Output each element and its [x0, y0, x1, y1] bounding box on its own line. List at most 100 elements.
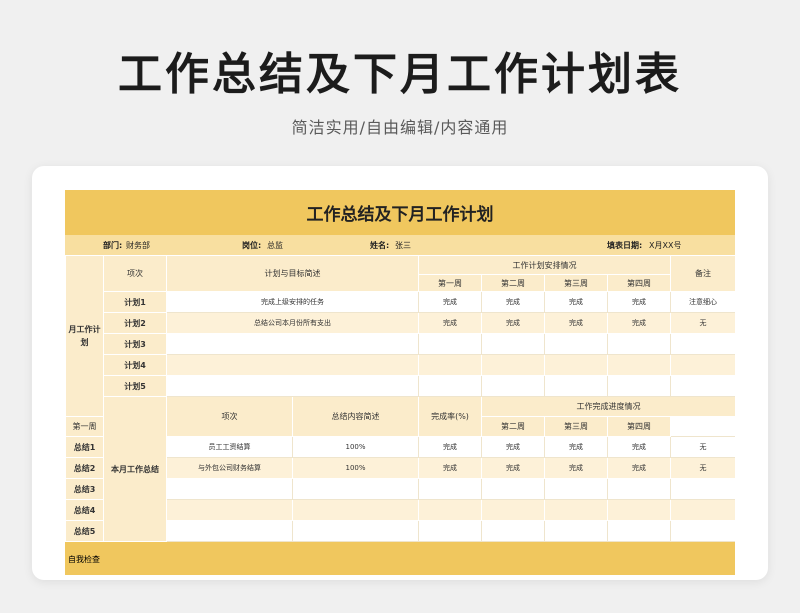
- plan-desc-cell[interactable]: [166, 354, 419, 376]
- summary-item: 总结2: [65, 457, 104, 479]
- summary-week-4: 第四周: [607, 416, 671, 437]
- summary-desc-cell[interactable]: 与外包公司财务结算: [166, 457, 293, 479]
- document-card: 工作总结及下月工作计划 部门: 财务部 岗位: 总监 姓名: 张三 填表日期: …: [32, 166, 768, 580]
- week-cell[interactable]: [544, 520, 608, 542]
- week-cell[interactable]: [418, 478, 482, 500]
- plan-desc-cell[interactable]: [166, 375, 419, 397]
- summary-week-3: 第三周: [544, 416, 608, 437]
- week-cell[interactable]: 完成: [607, 312, 671, 334]
- rate-cell[interactable]: [292, 499, 419, 521]
- plan-col-note: 备注: [670, 255, 735, 292]
- week-cell[interactable]: [481, 375, 545, 397]
- week-cell[interactable]: [607, 354, 671, 376]
- table-row: 计划4: [66, 354, 735, 376]
- week-cell[interactable]: [418, 333, 482, 355]
- note-cell[interactable]: 无: [670, 436, 735, 458]
- plan-col-item: 项次: [103, 255, 167, 292]
- week-cell[interactable]: 完成: [481, 291, 545, 313]
- plan-desc-cell[interactable]: [166, 333, 419, 355]
- week-cell[interactable]: 完成: [607, 436, 671, 458]
- week-cell[interactable]: [544, 375, 608, 397]
- summary-item: 总结3: [65, 478, 104, 500]
- plan-header-row: 月工作计划 项次 计划与目标简述 工作计划安排情况 备注: [65, 255, 735, 417]
- week-cell[interactable]: [418, 499, 482, 521]
- name-value[interactable]: 张三: [395, 240, 411, 251]
- plan-col-schedule: 工作计划安排情况: [418, 255, 671, 275]
- plan-item: 计划2: [103, 312, 167, 334]
- week-cell[interactable]: 完成: [481, 312, 545, 334]
- week-cell[interactable]: [481, 354, 545, 376]
- week-cell[interactable]: [607, 520, 671, 542]
- week-cell[interactable]: [607, 499, 671, 521]
- week-cell[interactable]: [544, 478, 608, 500]
- table-row: 计划2 总结公司本月份所有支出 完成 完成 完成 完成 无: [66, 312, 735, 334]
- note-cell[interactable]: [670, 354, 735, 376]
- week-cell[interactable]: [544, 499, 608, 521]
- week-cell[interactable]: [607, 375, 671, 397]
- summary-col-item: 项次: [166, 396, 293, 437]
- week-cell[interactable]: 完成: [544, 312, 608, 334]
- summary-desc-cell[interactable]: [166, 499, 293, 521]
- week-cell[interactable]: [607, 333, 671, 355]
- week-cell[interactable]: 完成: [544, 291, 608, 313]
- week-cell[interactable]: [481, 333, 545, 355]
- week-cell[interactable]: [481, 478, 545, 500]
- week-cell[interactable]: 完成: [418, 312, 482, 334]
- rate-cell[interactable]: 100%: [292, 436, 419, 458]
- note-cell[interactable]: [670, 499, 735, 521]
- note-cell[interactable]: [670, 375, 735, 397]
- date-value[interactable]: X月XX号: [649, 240, 681, 251]
- self-check-row[interactable]: 自我检查: [65, 542, 735, 575]
- summary-desc-cell[interactable]: [166, 520, 293, 542]
- note-cell[interactable]: [670, 333, 735, 355]
- note-cell[interactable]: 注意细心: [670, 291, 735, 313]
- plan-week-1: 第一周: [418, 274, 482, 292]
- week-cell[interactable]: [418, 354, 482, 376]
- rate-cell[interactable]: 100%: [292, 457, 419, 479]
- note-cell[interactable]: [670, 478, 735, 500]
- week-cell[interactable]: 完成: [418, 291, 482, 313]
- note-cell[interactable]: 无: [670, 457, 735, 479]
- week-cell[interactable]: 完成: [418, 436, 482, 458]
- week-cell[interactable]: 完成: [544, 436, 608, 458]
- note-cell[interactable]: [670, 520, 735, 542]
- week-cell[interactable]: 完成: [418, 457, 482, 479]
- week-cell[interactable]: [418, 520, 482, 542]
- week-cell[interactable]: [418, 375, 482, 397]
- week-cell[interactable]: 完成: [607, 291, 671, 313]
- summary-col-desc: 总结内容简述: [292, 396, 419, 437]
- week-cell[interactable]: [544, 333, 608, 355]
- plan-week-3: 第三周: [544, 274, 608, 292]
- table-row: 总结2 与外包公司财务结算 100% 完成 完成 完成 完成 无: [65, 457, 735, 479]
- week-cell[interactable]: [481, 499, 545, 521]
- dept-value[interactable]: 财务部: [126, 240, 150, 251]
- plan-item: 计划5: [103, 375, 167, 397]
- note-cell[interactable]: 无: [670, 312, 735, 334]
- rate-cell[interactable]: [292, 478, 419, 500]
- plan-desc-cell[interactable]: 总结公司本月份所有支出: [166, 312, 419, 334]
- table-row: 总结1 员工工资结算 100% 完成 完成 完成 完成 无: [65, 436, 735, 458]
- summary-desc-cell[interactable]: 员工工资结算: [166, 436, 293, 458]
- plan-desc-cell[interactable]: 完成上级安排的任务: [166, 291, 419, 313]
- rate-cell[interactable]: [292, 520, 419, 542]
- plan-item: 计划1: [103, 291, 167, 313]
- position-value[interactable]: 总监: [267, 240, 283, 251]
- week-cell[interactable]: 完成: [481, 457, 545, 479]
- week-cell[interactable]: 完成: [544, 457, 608, 479]
- dept-label: 部门:: [103, 241, 123, 250]
- spreadsheet: 工作总结及下月工作计划 部门: 财务部 岗位: 总监 姓名: 张三 填表日期: …: [65, 190, 735, 579]
- summary-header-row: 本月工作总结 项次 总结内容简述 完成率(%) 工作完成进度情况 备注: [66, 396, 735, 542]
- week-cell[interactable]: [544, 354, 608, 376]
- summary-desc-cell[interactable]: [166, 478, 293, 500]
- name-label: 姓名:: [370, 241, 390, 250]
- week-cell[interactable]: [607, 478, 671, 500]
- position-label: 岗位:: [242, 241, 262, 250]
- summary-side-label: 本月工作总结: [103, 396, 167, 542]
- page-title: 工作总结及下月工作计划表: [118, 49, 682, 100]
- week-cell[interactable]: [481, 520, 545, 542]
- table-row: 总结3: [65, 478, 735, 500]
- week-cell[interactable]: 完成: [481, 436, 545, 458]
- week-cell[interactable]: 完成: [607, 457, 671, 479]
- plan-week-2: 第二周: [481, 274, 545, 292]
- plan-side-label: 月工作计划: [65, 255, 104, 417]
